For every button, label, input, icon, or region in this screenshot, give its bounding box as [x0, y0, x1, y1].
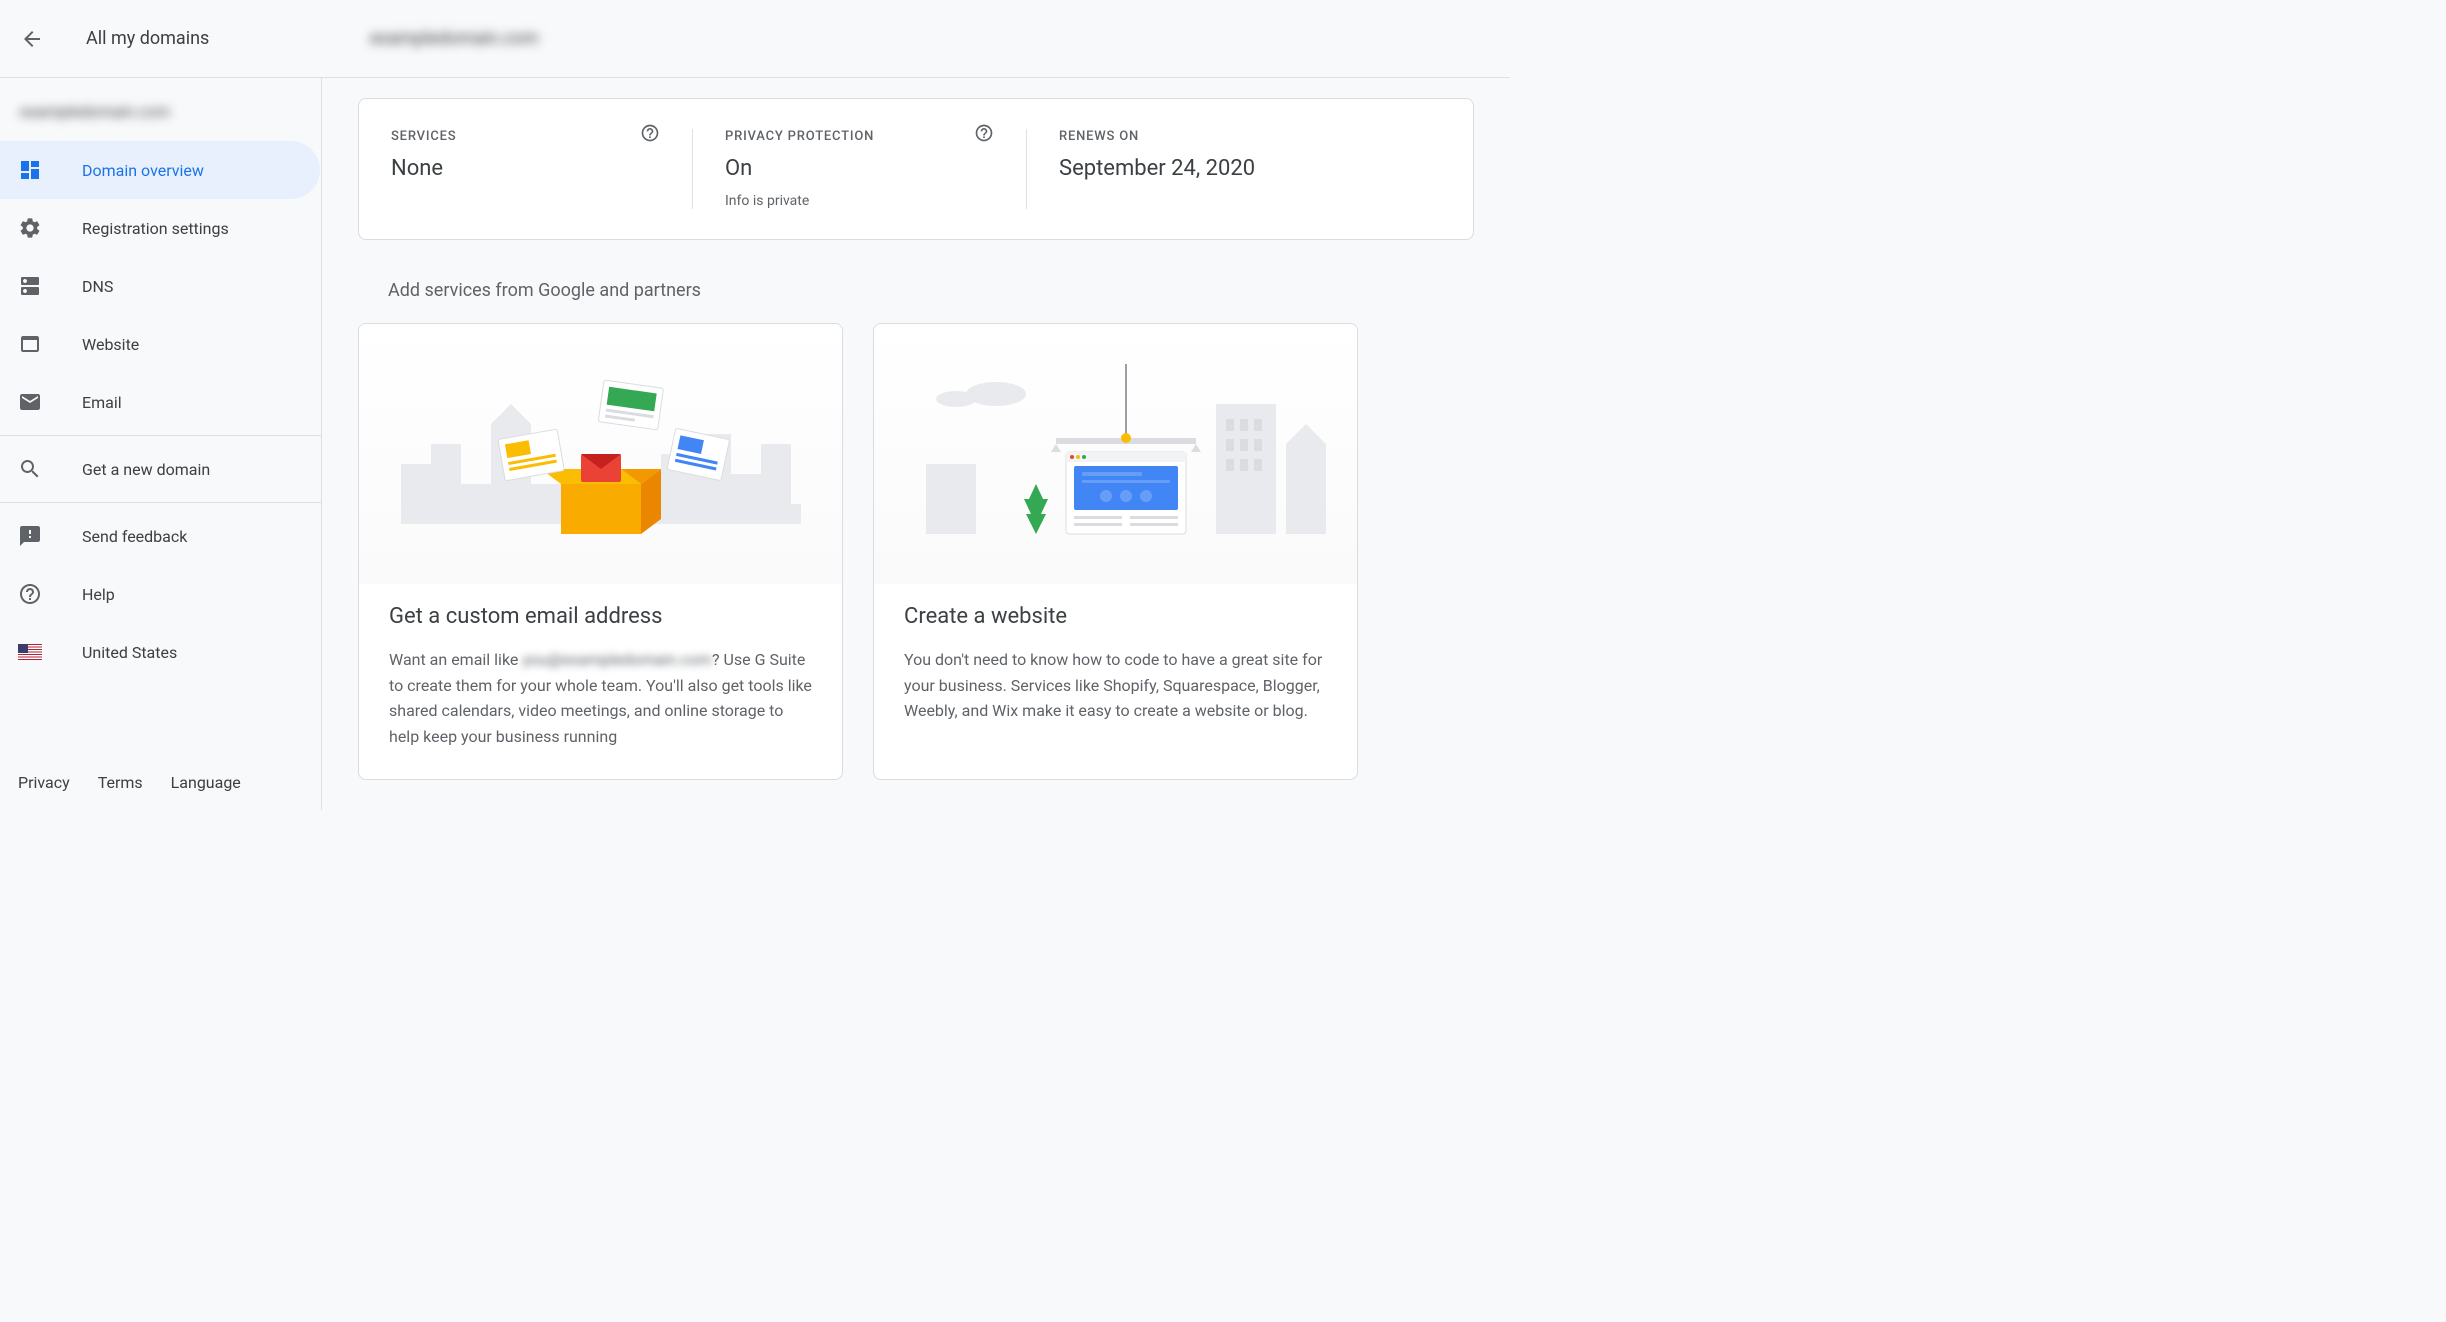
privacy-sub: Info is private	[725, 193, 994, 209]
footer-privacy-link[interactable]: Privacy	[18, 773, 70, 792]
divider	[0, 435, 322, 436]
sidebar-item-label: Domain overview	[82, 161, 204, 180]
sidebar-item-label: Registration settings	[82, 219, 229, 238]
website-illustration	[874, 324, 1357, 584]
sidebar-item-label: Send feedback	[82, 527, 187, 546]
header-domain-name: exampledomain.com	[370, 28, 539, 49]
dashboard-icon	[18, 158, 42, 182]
domain-info-card: SERVICES None PRIVACY PROTECTION On Info…	[358, 98, 1474, 240]
sidebar-item-send-feedback[interactable]: Send feedback	[0, 507, 322, 565]
sidebar-item-dns[interactable]: DNS	[0, 257, 322, 315]
section-title: Add services from Google and partners	[388, 280, 1474, 301]
gear-icon	[18, 216, 42, 240]
services-value: None	[391, 156, 660, 181]
services-label: SERVICES	[391, 129, 660, 144]
footer-terms-link[interactable]: Terms	[98, 773, 143, 792]
sidebar-item-label: Get a new domain	[82, 460, 210, 479]
email-card-text: Want an email like you@exampledomain.com…	[389, 647, 812, 749]
dns-icon	[18, 274, 42, 298]
sidebar-item-domain-overview[interactable]: Domain overview	[0, 141, 320, 199]
website-icon	[18, 332, 42, 356]
header-title[interactable]: All my domains	[86, 28, 209, 49]
sidebar-item-country[interactable]: United States	[0, 623, 322, 681]
sidebar-item-website[interactable]: Website	[0, 315, 322, 373]
email-icon	[18, 390, 42, 414]
sidebar-item-label: DNS	[82, 277, 113, 296]
sidebar-item-label: Help	[82, 585, 115, 604]
website-card-title: Create a website	[904, 604, 1327, 629]
sidebar-item-registration-settings[interactable]: Registration settings	[0, 199, 322, 257]
email-illustration	[359, 324, 842, 584]
website-card-text: You don't need to know how to code to ha…	[904, 647, 1327, 724]
website-service-card[interactable]: Create a website You don't need to know …	[873, 323, 1358, 780]
sidebar-item-get-new-domain[interactable]: Get a new domain	[0, 440, 322, 498]
sidebar-item-label: United States	[82, 643, 177, 662]
email-service-card[interactable]: Get a custom email address Want an email…	[358, 323, 843, 780]
sidebar-item-help[interactable]: Help	[0, 565, 322, 623]
privacy-label: PRIVACY PROTECTION	[725, 129, 994, 144]
feedback-icon	[18, 524, 42, 548]
sidebar-item-label: Website	[82, 335, 139, 354]
search-icon	[18, 457, 42, 481]
sidebar-item-label: Email	[82, 393, 122, 412]
renews-label: RENEWS ON	[1059, 129, 1255, 144]
sidebar-domain-name: exampledomain.com	[0, 78, 322, 141]
us-flag-icon	[18, 640, 42, 664]
privacy-value: On	[725, 156, 994, 181]
divider	[0, 502, 322, 503]
help-circle-icon[interactable]	[640, 123, 660, 143]
help-circle-icon[interactable]	[974, 123, 994, 143]
footer-language-link[interactable]: Language	[171, 773, 241, 792]
renews-value: September 24, 2020	[1059, 156, 1255, 181]
help-icon	[18, 582, 42, 606]
back-arrow-icon[interactable]	[20, 27, 44, 51]
sidebar-item-email[interactable]: Email	[0, 373, 322, 431]
email-card-title: Get a custom email address	[389, 604, 812, 629]
